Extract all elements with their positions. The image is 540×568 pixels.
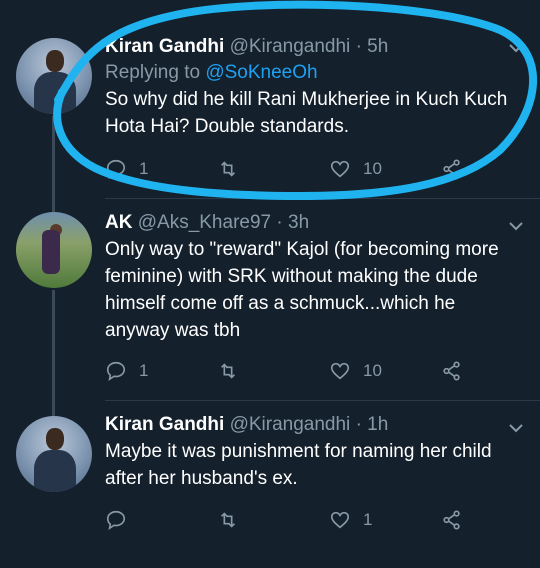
- author-name[interactable]: Kiran Gandhi: [105, 414, 224, 435]
- like-button[interactable]: 10: [329, 157, 382, 181]
- divider: [105, 400, 540, 401]
- tweet-text: So why did he kill Rani Mukherjee in Kuc…: [105, 89, 508, 137]
- chevron-down-icon[interactable]: [508, 218, 524, 234]
- tweet-time: 3h: [288, 212, 310, 233]
- share-button[interactable]: [441, 157, 463, 181]
- share-icon: [443, 510, 460, 530]
- reply-count: 1: [139, 159, 149, 178]
- tweet-meta: Kiran Gandhi @Kirangandhi · 5h: [105, 34, 520, 60]
- like-icon: [330, 511, 350, 529]
- separator-dot: ·: [355, 36, 362, 57]
- author-name[interactable]: Kiran Gandhi: [105, 36, 224, 57]
- retweet-icon: [220, 161, 236, 177]
- retweet-icon: [220, 512, 236, 528]
- reply-button[interactable]: 1: [105, 359, 148, 383]
- author-handle: @Kirangandhi: [229, 414, 351, 435]
- like-count: 1: [363, 510, 373, 529]
- retweet-button[interactable]: [217, 508, 239, 532]
- share-icon: [443, 361, 460, 381]
- tweet-text: Only way to "reward" Kajol (for becoming…: [105, 239, 499, 341]
- reply-icon: [106, 159, 126, 180]
- retweet-icon: [220, 363, 236, 379]
- retweet-button[interactable]: [217, 359, 239, 383]
- reply-count: 1: [139, 361, 149, 380]
- like-button[interactable]: 10: [329, 359, 382, 383]
- like-count: 10: [363, 361, 382, 380]
- separator-dot: ·: [276, 212, 283, 233]
- divider: [105, 198, 540, 199]
- share-button[interactable]: [441, 359, 463, 383]
- tweet-text: Maybe it was punishment for naming her c…: [105, 441, 492, 489]
- author-handle: @Kirangandhi: [229, 36, 351, 57]
- avatar[interactable]: [16, 416, 92, 492]
- reply-icon: [106, 361, 126, 382]
- reply-button[interactable]: 1: [105, 157, 148, 181]
- like-count: 10: [363, 159, 382, 178]
- chevron-down-icon[interactable]: [508, 40, 524, 56]
- replying-to-prefix: Replying to: [105, 62, 206, 83]
- replying-to: Replying to @SoKneeOh: [105, 60, 520, 86]
- tweet-time: 5h: [367, 36, 389, 57]
- avatar[interactable]: [16, 38, 92, 114]
- like-button[interactable]: 1: [329, 508, 372, 532]
- like-icon: [330, 362, 350, 380]
- chevron-down-icon[interactable]: [508, 420, 524, 436]
- separator-dot: ·: [355, 414, 362, 435]
- author-name[interactable]: AK: [105, 212, 132, 233]
- author-handle: @Aks_Khare97: [137, 212, 272, 233]
- like-icon: [330, 160, 350, 178]
- retweet-button[interactable]: [217, 157, 239, 181]
- reply-icon: [106, 510, 126, 531]
- previous-tweet-edge: [0, 0, 540, 12]
- tweet-meta: Kiran Gandhi @Kirangandhi · 1h: [105, 412, 520, 438]
- avatar[interactable]: [16, 212, 92, 288]
- tweet-time: 1h: [367, 414, 389, 435]
- reply-button[interactable]: [105, 508, 127, 532]
- thread-line: [52, 290, 55, 416]
- share-icon: [443, 159, 460, 179]
- thread-line: [52, 116, 55, 212]
- tweet-meta: AK @Aks_Khare97 · 3h: [105, 210, 520, 236]
- replying-to-handle[interactable]: @SoKneeOh: [205, 62, 317, 83]
- share-button[interactable]: [441, 508, 463, 532]
